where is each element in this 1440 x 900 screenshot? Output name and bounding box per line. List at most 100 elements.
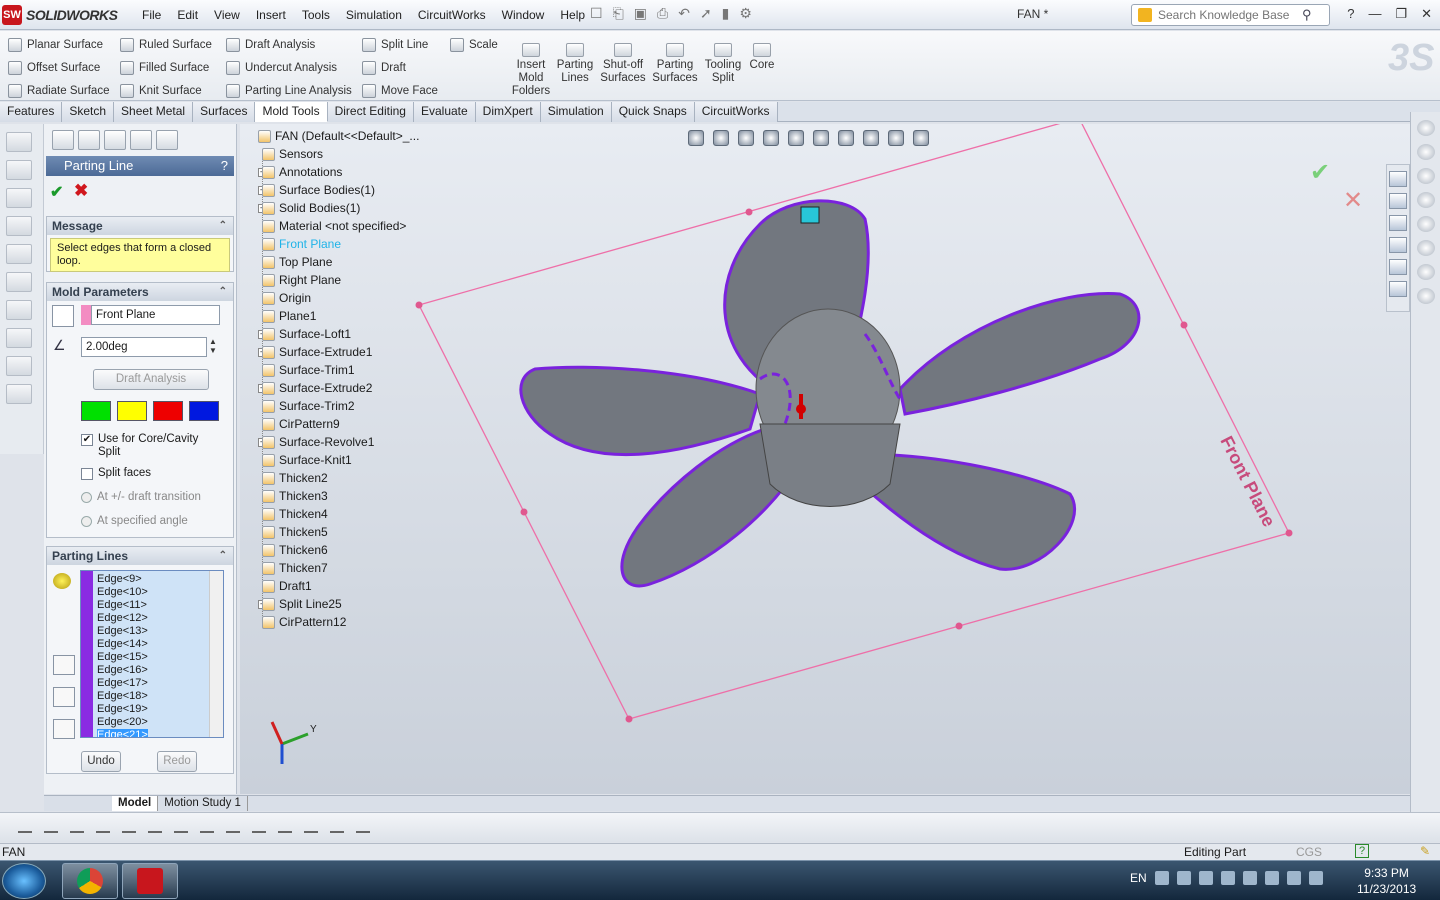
menu-window[interactable]: Window <box>494 6 553 24</box>
menu-insert[interactable]: Insert <box>248 6 294 24</box>
tree-item-material[interactable]: Material <not specified> <box>262 217 406 235</box>
list-item[interactable]: Edge<16> <box>97 664 148 677</box>
pm-help-icon[interactable]: ? <box>221 156 228 176</box>
list-item[interactable]: Edge<11> <box>97 599 148 612</box>
tab-evaluate[interactable]: Evaluate <box>413 102 476 122</box>
tree-item-thicken7[interactable]: Thicken7 <box>262 559 328 577</box>
volume-icon[interactable] <box>1308 871 1323 885</box>
tab-circuitworks[interactable]: CircuitWorks <box>694 102 778 122</box>
tree-item-thicken2[interactable]: Thicken2 <box>262 469 328 487</box>
scale-button[interactable]: Scale <box>450 33 498 56</box>
list-item[interactable]: Edge<12> <box>97 612 148 625</box>
tab-direct-editing[interactable]: Direct Editing <box>327 102 414 122</box>
collapse-icon[interactable]: ⌃ <box>219 547 227 565</box>
list-item[interactable]: Edge<21> <box>97 729 148 737</box>
tool-button[interactable] <box>6 216 32 236</box>
knit-surface-button[interactable]: Knit Surface <box>120 79 212 102</box>
list-item[interactable]: Edge<14> <box>97 638 148 651</box>
ruled-surface-button[interactable]: Ruled Surface <box>120 33 212 56</box>
tree-item-surface-trim2[interactable]: Surface-Trim2 <box>262 397 355 415</box>
offset-surface-button[interactable]: Offset Surface <box>8 56 109 79</box>
tool-icon[interactable] <box>1417 240 1435 256</box>
search-box[interactable]: ⚲ <box>1131 4 1330 26</box>
edit-appearance-icon[interactable] <box>863 130 879 146</box>
feature-manager-tab[interactable] <box>52 130 74 150</box>
tree-item-front-plane[interactable]: Front Plane <box>262 235 341 253</box>
tray-icon[interactable] <box>1176 871 1191 885</box>
negative-draft-color[interactable] <box>153 401 183 421</box>
split-line-button[interactable]: Split Line <box>362 33 438 56</box>
list-item[interactable]: Edge<17> <box>97 677 148 690</box>
tab-surfaces[interactable]: Surfaces <box>193 102 256 122</box>
tree-item-thicken3[interactable]: Thicken3 <box>262 487 328 505</box>
collapse-icon[interactable]: ⌃ <box>219 283 227 301</box>
display-manager-tab[interactable] <box>156 130 178 150</box>
save-icon[interactable]: ▣ <box>634 5 647 22</box>
draft-analysis-button[interactable]: Draft Analysis <box>226 33 352 56</box>
zoom-area-icon[interactable] <box>713 130 729 146</box>
close-icon[interactable]: ✕ <box>1421 6 1432 22</box>
open-icon[interactable]: ⎗ <box>613 5 624 22</box>
draft-button[interactable]: Draft <box>362 56 438 79</box>
tab-simulation[interactable]: Simulation <box>540 102 612 122</box>
angle-icon[interactable] <box>356 819 370 833</box>
tool-button[interactable] <box>6 328 32 348</box>
tab-features[interactable]: Features <box>0 102 63 122</box>
units-selector[interactable]: CGS <box>1296 845 1322 859</box>
edge-select-button[interactable] <box>53 655 75 675</box>
bluetooth-icon[interactable] <box>1264 871 1279 885</box>
menu-tools[interactable]: Tools <box>294 6 338 24</box>
parting-lines-header[interactable]: Parting Lines ⌃ <box>47 547 233 565</box>
list-item[interactable]: Edge<19> <box>97 703 148 716</box>
cancel-x-icon[interactable]: ✖ <box>74 181 88 201</box>
minimize-icon[interactable]: — <box>1368 6 1381 22</box>
menu-simulation[interactable]: Simulation <box>338 6 410 24</box>
tool-button[interactable] <box>6 244 32 264</box>
tree-item-surface-loft1[interactable]: Surface-Loft1 <box>262 325 351 343</box>
tool-button[interactable] <box>6 160 32 180</box>
status-help-icon[interactable]: ? <box>1355 844 1369 858</box>
tree-item-surface-trim1[interactable]: Surface-Trim1 <box>262 361 355 379</box>
parting-lines-button[interactable]: Parting Lines <box>550 43 600 85</box>
radiate-surface-button[interactable]: Radiate Surface <box>8 79 109 102</box>
tool-icon[interactable] <box>1417 264 1435 280</box>
trim-icon[interactable] <box>122 819 136 833</box>
undo-icon[interactable]: ↶ <box>678 5 690 22</box>
display-style-icon[interactable] <box>813 130 829 146</box>
tab-mold-tools[interactable]: Mold Tools <box>255 102 328 122</box>
print-icon[interactable]: ⎙ <box>657 5 668 22</box>
polygon-icon[interactable] <box>96 819 110 833</box>
line-icon[interactable] <box>70 819 84 833</box>
tree-item-thicken6[interactable]: Thicken6 <box>262 541 328 559</box>
tray-icon[interactable] <box>1198 871 1213 885</box>
tree-item-surface-knit1[interactable]: Surface-Knit1 <box>262 451 352 469</box>
confirm-check-icon[interactable]: ✔ <box>1310 158 1330 187</box>
required-draft-color[interactable] <box>117 401 147 421</box>
tree-item-draft1[interactable]: Draft1 <box>262 577 312 595</box>
tree-item-cirpattern12[interactable]: CirPattern12 <box>262 613 346 631</box>
ok-check-icon[interactable]: ✔ <box>50 182 63 202</box>
tool-icon[interactable] <box>1417 144 1435 160</box>
core-cavity-split-checkbox[interactable]: ✔ Use for Core/Cavity Split <box>81 433 221 459</box>
grid-icon[interactable] <box>330 819 344 833</box>
tray-icon[interactable] <box>1220 871 1235 885</box>
tree-item-origin[interactable]: Origin <box>262 289 311 307</box>
configuration-manager-tab[interactable] <box>104 130 126 150</box>
appearances-icon[interactable] <box>1389 259 1407 275</box>
undercut-analysis-button[interactable]: Undercut Analysis <box>226 56 352 79</box>
design-library-icon[interactable] <box>1389 193 1407 209</box>
options-icon[interactable]: ⚙ <box>739 5 752 22</box>
tree-item-split-line25[interactable]: Split Line25 <box>262 595 342 613</box>
tree-item-solid-bodies[interactable]: Solid Bodies(1) <box>262 199 360 217</box>
tree-item-thicken5[interactable]: Thicken5 <box>262 523 328 541</box>
list-item[interactable]: Edge<15> <box>97 651 148 664</box>
tab-motion-study[interactable]: Motion Study 1 <box>158 796 248 811</box>
tree-item-cirpattern9[interactable]: CirPattern9 <box>262 415 340 433</box>
tool-button[interactable] <box>6 188 32 208</box>
fillet-icon[interactable] <box>174 819 188 833</box>
mold-parameters-header[interactable]: Mold Parameters ⌃ <box>47 283 233 301</box>
restore-icon[interactable]: ❐ <box>1395 6 1407 22</box>
tool-icon[interactable] <box>1417 168 1435 184</box>
draft-angle-field[interactable]: 2.00deg <box>81 337 207 357</box>
search-icon[interactable]: ⚲ <box>1302 7 1312 23</box>
